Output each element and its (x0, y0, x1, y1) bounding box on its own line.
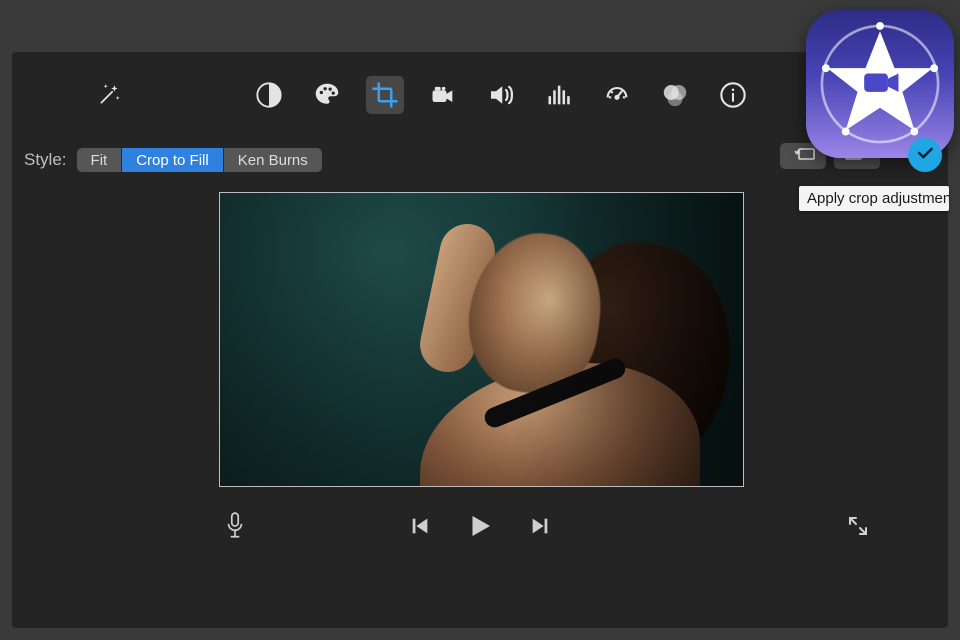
previous-frame-icon (409, 515, 431, 542)
color-balance-icon (255, 81, 283, 109)
adjustments-tool-group (250, 76, 752, 114)
noise-equalizer-button[interactable] (540, 76, 578, 114)
apply-crop-tooltip: Apply crop adjustments (799, 186, 949, 211)
rotate-ccw-icon (789, 145, 817, 168)
crop-style-fit[interactable]: Fit (77, 148, 123, 172)
crop-style-ken-burns[interactable]: Ken Burns (224, 148, 322, 172)
stabilization-button[interactable] (424, 76, 462, 114)
color-palette-icon (312, 80, 342, 110)
speedometer-icon (603, 81, 631, 109)
imovie-app-icon (806, 10, 954, 158)
equalizer-icon (545, 81, 573, 109)
preview-vignette (220, 193, 743, 486)
viewer-preview[interactable] (219, 192, 744, 487)
auto-enhance-button[interactable] (90, 76, 128, 114)
filters-button[interactable] (656, 76, 694, 114)
overlap-circles-icon (660, 80, 690, 110)
crop-button[interactable] (366, 76, 404, 114)
next-frame-icon (529, 515, 551, 542)
volume-button[interactable] (482, 76, 520, 114)
inspector-panel: Style: Fit Crop to Fill Ken Burns (12, 52, 948, 628)
apply-crop-button[interactable] (908, 138, 942, 172)
crop-style-row: Style: Fit Crop to Fill Ken Burns (24, 144, 948, 176)
crop-style-crop-to-fill[interactable]: Crop to Fill (122, 148, 224, 172)
expand-icon (846, 514, 870, 543)
speed-button[interactable] (598, 76, 636, 114)
previous-frame-button[interactable] (409, 515, 431, 542)
color-correction-button[interactable] (308, 76, 346, 114)
play-button[interactable] (465, 511, 495, 546)
crop-icon (370, 80, 400, 110)
camera-icon (429, 81, 457, 109)
next-frame-button[interactable] (529, 515, 551, 542)
info-icon (719, 81, 747, 109)
play-icon (465, 511, 495, 546)
crop-style-segmented-control: Fit Crop to Fill Ken Burns (77, 148, 322, 172)
playback-controls (409, 511, 551, 546)
volume-icon (486, 80, 516, 110)
record-voiceover-button[interactable] (222, 511, 248, 546)
style-label: Style: (24, 150, 67, 170)
star-camera-icon (814, 18, 946, 150)
auto-enhance-wand-icon (96, 82, 122, 108)
transport-bar (12, 504, 948, 552)
info-button[interactable] (714, 76, 752, 114)
color-balance-button[interactable] (250, 76, 288, 114)
checkmark-icon (915, 143, 935, 168)
microphone-icon (222, 511, 248, 546)
fullscreen-button[interactable] (846, 514, 870, 543)
